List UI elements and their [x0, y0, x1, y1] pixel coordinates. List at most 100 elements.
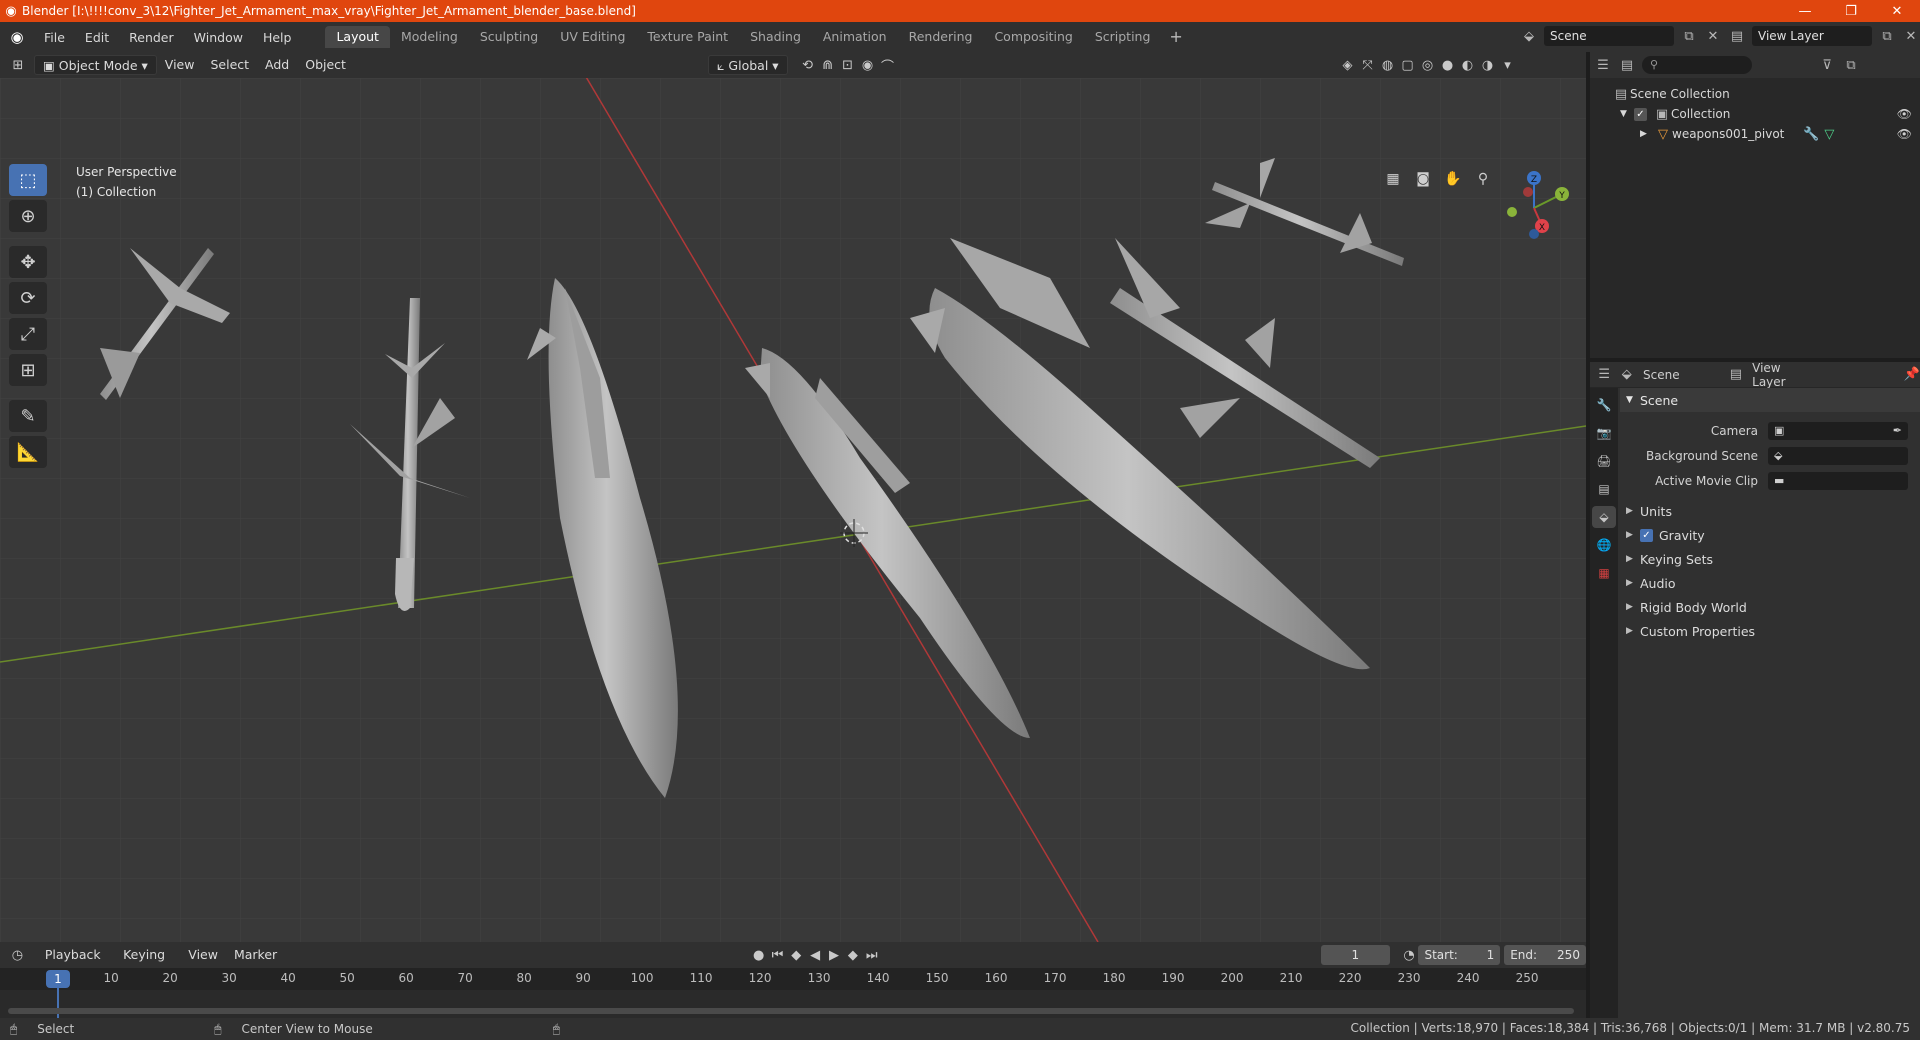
menu-help[interactable]: Help [253, 30, 302, 45]
menu-add[interactable]: Add [257, 55, 297, 75]
modifier-wrench-icon[interactable]: 🔧 [1802, 127, 1820, 142]
new-collection-icon[interactable]: ⧉ [1842, 58, 1860, 73]
menu-window[interactable]: Window [184, 30, 253, 45]
view-layer-field[interactable]: View Layer [1752, 26, 1872, 46]
cursor-tool-icon[interactable]: ⊕ [9, 200, 47, 232]
measure-tool-icon[interactable]: 📐 [9, 436, 47, 468]
add-workspace-icon[interactable]: + [1161, 26, 1190, 48]
play-reverse-icon[interactable]: ◀ [806, 948, 825, 963]
current-frame-field[interactable]: 1 [1321, 945, 1390, 965]
pan-hand-icon[interactable]: ✋ [1440, 166, 1466, 192]
tab-texture-paint[interactable]: Texture Paint [636, 26, 739, 48]
navigation-gizmo[interactable]: Z Y X [1500, 164, 1580, 244]
marker-menu[interactable]: Marker [226, 945, 285, 965]
scene-name-field[interactable]: Scene [1544, 26, 1674, 46]
menu-view[interactable]: View [157, 55, 203, 75]
gizmo-neg-z-icon[interactable] [1529, 229, 1539, 239]
properties-scene-label[interactable]: Scene [1643, 368, 1680, 382]
gizmo-neg-y-icon[interactable] [1507, 207, 1517, 217]
collection-checkbox[interactable]: ✓ [1634, 107, 1647, 121]
expand-collection-icon[interactable]: ▼ [1620, 109, 1634, 119]
output-tab-icon[interactable]: 🖨 [1592, 450, 1616, 472]
expand-object-icon[interactable]: ▶ [1640, 129, 1654, 139]
units-expand-icon[interactable]: ▶ [1626, 506, 1640, 516]
frame-ruler[interactable]: 1 10 20 30 40 50 60 70 80 90 100 110 120 130 140 150 160… [0, 968, 1586, 990]
move-tool-icon[interactable]: ✥ [9, 246, 47, 278]
new-scene-icon[interactable]: ⧉ [1680, 29, 1698, 44]
pivot-point-icon[interactable]: ⟲ [798, 58, 818, 73]
movie-clip-field[interactable]: ▬ [1768, 471, 1908, 490]
jump-start-icon[interactable]: ⏮ [768, 948, 787, 963]
solid-shading-icon[interactable]: ● [1438, 58, 1458, 73]
new-view-layer-icon[interactable]: ⧉ [1878, 29, 1896, 44]
collection-eye-icon[interactable]: 👁 [1897, 107, 1912, 121]
filter-icon[interactable]: ⊽ [1818, 58, 1836, 73]
object-mode-dropdown[interactable]: ▣ Object Mode ▾ [34, 55, 157, 75]
current-frame-marker[interactable]: 1 [46, 970, 70, 988]
xray-icon[interactable]: ▢ [1398, 58, 1418, 73]
timeline-scrollbar[interactable] [8, 1008, 1574, 1014]
tab-sculpting[interactable]: Sculpting [469, 26, 549, 48]
rendered-shading-icon[interactable]: ◑ [1478, 58, 1498, 73]
outliner-collection[interactable]: ▼ ✓ ▣ Collection 👁 [1590, 104, 1920, 124]
delete-scene-icon[interactable]: ✕ [1704, 29, 1722, 44]
tab-uv-editing[interactable]: UV Editing [549, 26, 636, 48]
texture-tab-icon[interactable]: ▦ [1592, 562, 1616, 584]
keying-sets-expand-icon[interactable]: ▶ [1626, 554, 1640, 564]
3d-viewport[interactable]: User Perspective (1) Collection ⬚ ⊕ ✥ ⟳ … [0, 78, 1586, 942]
menu-file[interactable]: File [34, 30, 75, 45]
custom-properties-subpanel[interactable]: ▶ Custom Properties [1620, 619, 1920, 643]
end-frame-field[interactable]: End: 250 [1504, 945, 1586, 965]
units-subpanel[interactable]: ▶ Units [1620, 499, 1920, 523]
object-eye-icon[interactable]: 👁 [1897, 127, 1912, 141]
blender-logo-icon[interactable]: ◉ [0, 28, 34, 46]
transform-tool-icon[interactable]: ⊞ [9, 354, 47, 386]
play-icon[interactable]: ▶ [825, 948, 844, 963]
menu-edit[interactable]: Edit [75, 30, 119, 45]
rotate-tool-icon[interactable]: ⟳ [9, 282, 47, 314]
orientation-dropdown[interactable]: ⟀ Global ▾ [707, 55, 788, 75]
tool-tab-icon[interactable]: 🔧 [1592, 394, 1616, 416]
scene-panel-header[interactable]: ▼ Scene [1620, 388, 1920, 412]
world-tab-icon[interactable]: 🌐 [1592, 534, 1616, 556]
record-icon[interactable]: ● [749, 948, 768, 963]
scale-tool-icon[interactable]: ⤢ [9, 318, 47, 350]
tab-compositing[interactable]: Compositing [983, 26, 1083, 48]
snap-icon[interactable]: ⋒ [818, 58, 838, 73]
tab-rendering[interactable]: Rendering [898, 26, 984, 48]
view-layer-tab-icon[interactable]: ▤ [1592, 478, 1616, 500]
wireframe-shading-icon[interactable]: ◎ [1418, 58, 1438, 73]
keying-sets-subpanel[interactable]: ▶ Keying Sets [1620, 547, 1920, 571]
audio-expand-icon[interactable]: ▶ [1626, 578, 1640, 588]
properties-view-layer-label[interactable]: View Layer [1752, 361, 1798, 389]
camera-view-icon[interactable]: ◙ [1410, 166, 1436, 192]
custom-properties-expand-icon[interactable]: ▶ [1626, 626, 1640, 636]
eyedropper-icon[interactable]: ✒ [1893, 424, 1902, 437]
timeline-editor-icon[interactable]: ◷ [8, 948, 27, 963]
outliner-scene-collection[interactable]: ▤ Scene Collection [1590, 84, 1920, 104]
gravity-checkbox[interactable]: ✓ [1640, 528, 1653, 542]
scene-panel-collapse-icon[interactable]: ▼ [1626, 395, 1640, 405]
audio-subpanel[interactable]: ▶ Audio [1620, 571, 1920, 595]
gravity-expand-icon[interactable]: ▶ [1626, 530, 1640, 540]
menu-select[interactable]: Select [202, 55, 257, 75]
editor-type-icon[interactable]: ⊞ [8, 58, 28, 73]
rigid-body-world-subpanel[interactable]: ▶ Rigid Body World [1620, 595, 1920, 619]
menu-object[interactable]: Object [297, 55, 354, 75]
gravity-subpanel[interactable]: ▶ ✓ Gravity [1620, 523, 1920, 547]
properties-editor-icon[interactable]: ☰ [1598, 367, 1611, 382]
mesh-data-icon[interactable]: ▽ [1820, 127, 1838, 142]
close-button[interactable]: ✕ [1874, 0, 1920, 22]
annotate-tool-icon[interactable]: ✎ [9, 400, 47, 432]
jump-end-icon[interactable]: ⏭ [862, 948, 881, 963]
gizmo-toggle-icon[interactable]: ⤧ [1358, 58, 1378, 73]
zoom-icon[interactable]: ⚲ [1470, 166, 1496, 192]
outliner-object-row[interactable]: ▶ ▽ weapons001_pivot 🔧 ▽ 👁 [1590, 124, 1920, 144]
proportional-edit-icon[interactable]: ◉ [858, 58, 878, 73]
scene-tab-icon[interactable]: ⬙ [1592, 506, 1616, 528]
tab-layout[interactable]: Layout [325, 26, 390, 48]
tab-animation[interactable]: Animation [812, 26, 898, 48]
keying-menu[interactable]: Keying ▾ [115, 945, 180, 982]
tab-modeling[interactable]: Modeling [390, 26, 469, 48]
shading-options-icon[interactable]: ▾ [1498, 58, 1518, 73]
